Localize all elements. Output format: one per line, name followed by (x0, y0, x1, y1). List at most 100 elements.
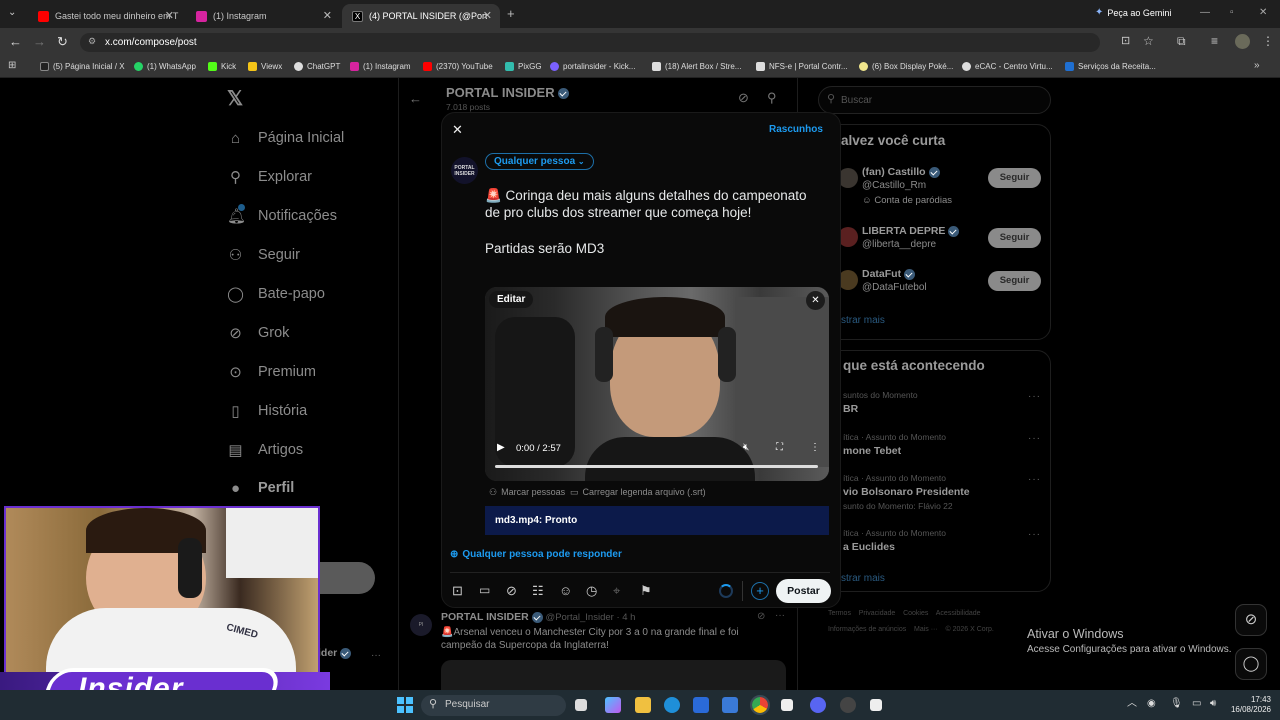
grok-icon[interactable]: ⊘ (738, 91, 749, 104)
apps-grid-icon[interactable]: ⊞ (8, 61, 16, 71)
tab-instagram[interactable]: (1) Instagram ✕ (186, 4, 340, 28)
menu-kebab-icon[interactable]: ⋮ (1262, 35, 1274, 47)
reply-settings-button[interactable]: ⊕ Qualquer pessoa pode responder (450, 549, 622, 560)
footer-links[interactable]: Informações de anúncios Mais ··· © 2026 … (828, 626, 994, 633)
nav-chat[interactable]: ◯ Bate-papo (227, 286, 325, 302)
bookmark-item[interactable]: Viewx (248, 62, 282, 71)
feed-post-name[interactable]: PORTAL INSIDER (441, 611, 529, 623)
more-options-icon[interactable]: ··· (775, 611, 785, 621)
nav-history[interactable]: ▯ História (227, 403, 307, 419)
post-button[interactable]: Postar (776, 579, 831, 603)
windows-start-icon[interactable] (397, 697, 413, 713)
footer-links[interactable]: Termos Privacidade Cookies Acessibilidad… (828, 610, 981, 617)
app-icon[interactable] (870, 699, 882, 711)
nav-follow[interactable]: ⚇ Seguir (227, 247, 300, 263)
avatar[interactable]: PI (410, 614, 432, 636)
account-menu-icon[interactable]: ··· (371, 650, 381, 661)
avatar[interactable] (838, 270, 858, 290)
grok-icon[interactable]: ⊘ (506, 584, 517, 597)
more-options-icon[interactable]: ··· (1028, 529, 1041, 540)
gif-icon[interactable]: ▭ (479, 584, 490, 596)
user-name[interactable]: DataFut (862, 268, 916, 280)
more-options-icon[interactable]: ··· (1028, 433, 1041, 444)
search-input[interactable]: ⚲ Buscar (818, 86, 1051, 114)
flag-icon[interactable]: ⚑ (640, 584, 652, 597)
edge-icon[interactable] (664, 697, 680, 713)
video-menu-icon[interactable]: ⋮ (810, 443, 820, 453)
bookmark-item[interactable]: (18) Alert Box / Stre... (652, 62, 741, 71)
file-explorer-icon[interactable] (635, 697, 651, 713)
trend-name[interactable]: mone Tebet (843, 445, 901, 457)
nav-articles[interactable]: ▤ Artigos (227, 442, 303, 458)
media-icon[interactable]: ⊡ (452, 584, 463, 597)
gemini-button[interactable]: ✦ Peça ao Gemini (1095, 7, 1171, 18)
trend-name[interactable]: BR (843, 403, 858, 415)
install-app-icon[interactable]: ⊡ (1121, 36, 1130, 47)
fullscreen-icon[interactable]: ⛶ (776, 443, 783, 453)
bookmark-item[interactable]: Kick (208, 62, 236, 71)
bookmark-item[interactable]: NFS-e | Portal Contr... (756, 62, 848, 71)
nav-profile[interactable]: ● Perfil (227, 480, 294, 496)
window-close-icon[interactable]: ✕ (1259, 8, 1267, 18)
close-icon[interactable]: ✕ (483, 9, 492, 22)
outlook-icon[interactable] (722, 697, 738, 713)
remove-media-button[interactable]: ✕ (806, 291, 825, 310)
taskbar-search[interactable]: ⚲ Pesquisar (421, 695, 566, 716)
bookmark-item[interactable]: (1) WhatsApp (134, 62, 196, 71)
bookmark-item[interactable]: (5) Página Inicial / X (40, 62, 125, 71)
capcut-icon[interactable] (781, 699, 793, 711)
taskbar-clock[interactable]: 17:43 16/08/2026 (1226, 695, 1271, 715)
avatar[interactable]: PORTAL INSIDER (451, 157, 478, 184)
extensions-icon[interactable]: ⧉ (1177, 35, 1186, 47)
bookmark-item[interactable]: (2370) YouTube (423, 62, 493, 71)
nav-grok[interactable]: ⊘ Grok (227, 325, 289, 341)
copilot-icon[interactable] (605, 697, 621, 713)
more-options-icon[interactable]: ··· (1028, 391, 1041, 402)
address-bar[interactable]: ⚙ x.com/compose/post (80, 33, 1100, 52)
show-more-link[interactable]: strar mais (841, 573, 885, 584)
nav-explore[interactable]: ⚲ Explorar (227, 169, 312, 185)
tray-app-icon[interactable]: ◉ (1147, 699, 1156, 709)
nav-premium[interactable]: ⊙ Premium (227, 364, 316, 380)
bookmark-item[interactable]: (1) Instagram (350, 62, 411, 71)
schedule-icon[interactable]: ◷ (586, 584, 597, 597)
upload-caption-button[interactable]: ▭ Carregar legenda arquivo (.srt) (570, 487, 706, 498)
audience-selector[interactable]: Qualquer pessoa ⌄ (485, 153, 594, 170)
poll-icon[interactable]: ☷ (532, 584, 544, 597)
nav-home[interactable]: ⌂ Página Inicial (227, 130, 344, 146)
follow-button[interactable]: Seguir (988, 168, 1041, 188)
trend-name[interactable]: a Euclides (843, 541, 895, 553)
network-icon[interactable]: ▭ (1192, 699, 1201, 709)
nav-notifications[interactable]: 🔔︎ Notificações (227, 208, 337, 224)
search-icon[interactable]: ⚲ (767, 91, 777, 104)
x-logo-icon[interactable]: 𝕏 (227, 89, 243, 109)
minimize-icon[interactable]: — (1200, 8, 1210, 18)
task-view-icon[interactable] (575, 699, 587, 711)
compose-textarea[interactable]: 🚨 Coringa deu mais alguns detalhes do ca… (485, 187, 807, 257)
bookmark-item[interactable]: portalinsider - Kick... (550, 62, 635, 71)
new-tab-icon[interactable]: + (507, 7, 515, 20)
avatar[interactable] (838, 227, 858, 247)
maximize-icon[interactable]: ▫ (1230, 8, 1234, 18)
back-arrow-icon[interactable]: ← (409, 92, 422, 105)
obs-icon[interactable] (840, 697, 856, 713)
user-name[interactable]: (fan) Castillo (862, 166, 940, 178)
trend-name[interactable]: vio Bolsonaro Presidente (843, 486, 970, 498)
emoji-icon[interactable]: ☺ (559, 584, 572, 597)
grok-float-button[interactable]: ⊘ (1235, 604, 1267, 636)
close-icon[interactable]: ✕ (165, 9, 174, 22)
more-options-icon[interactable]: ··· (1028, 474, 1041, 485)
tab-search-icon[interactable]: ⌄ (8, 8, 16, 18)
bookmark-item[interactable]: ChatGPT (294, 62, 340, 71)
location-icon[interactable]: ⌖ (613, 584, 620, 597)
avatar[interactable] (838, 168, 858, 188)
more-bookmarks-icon[interactable]: » (1254, 61, 1260, 71)
profile-avatar[interactable] (1235, 34, 1250, 49)
site-info-icon[interactable]: ⚙ (88, 37, 96, 46)
grok-icon[interactable]: ⊘ (757, 612, 765, 622)
play-icon[interactable]: ▶ (497, 443, 505, 453)
back-arrow-icon[interactable]: ← (9, 35, 22, 48)
edit-media-button[interactable]: Editar (489, 291, 534, 308)
microphone-icon[interactable]: 🎙︎ (1170, 699, 1183, 709)
volume-icon[interactable]: 🔊︎ (1210, 699, 1216, 709)
